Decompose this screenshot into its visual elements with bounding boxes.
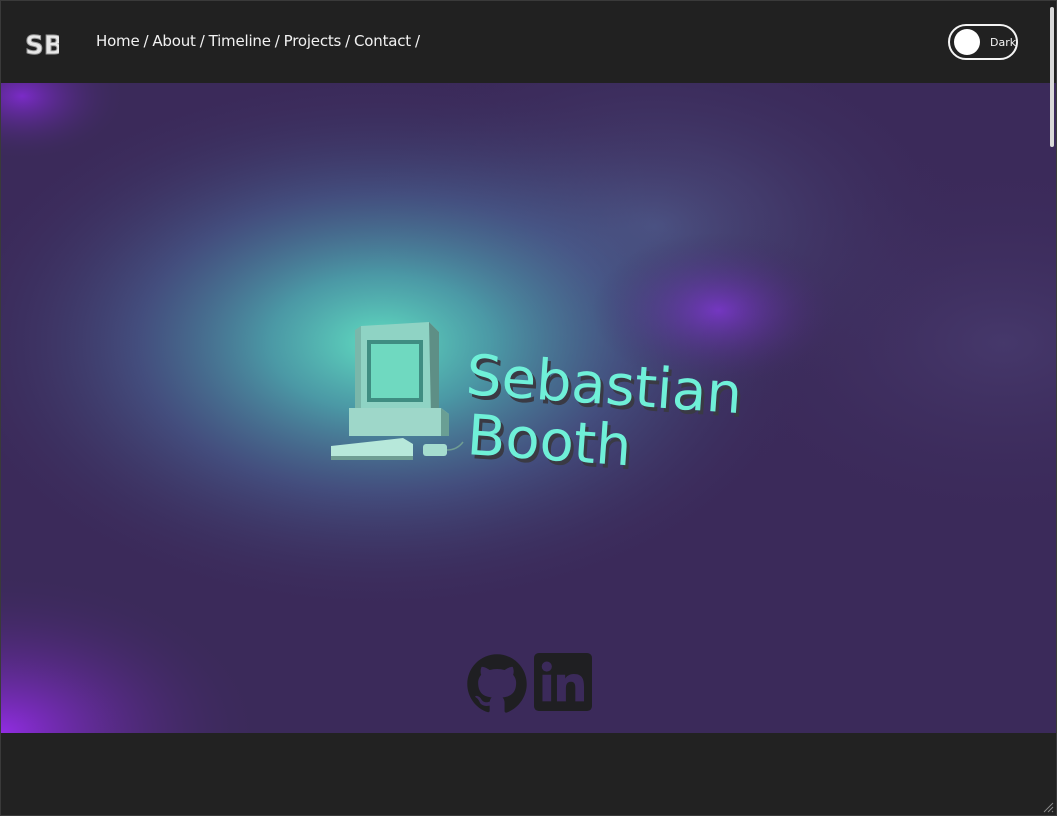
vertical-scrollbar[interactable]: [1050, 5, 1054, 815]
linkedin-icon[interactable]: [534, 653, 592, 711]
theme-toggle-label: Dark: [990, 36, 1017, 49]
site-logo[interactable]: SB: [23, 28, 60, 61]
nav-separator: /: [274, 32, 280, 50]
social-links: [466, 653, 592, 715]
nav-separator: /: [345, 32, 351, 50]
hero-section: Sebastian Sebastian Booth Booth: [1, 83, 1056, 733]
nav-separator: /: [143, 32, 149, 50]
browser-window: SB Home / About / Timeline / Projects / …: [0, 0, 1057, 816]
nav-home-link[interactable]: Home: [96, 32, 140, 50]
nav-contact-link[interactable]: Contact: [354, 32, 411, 50]
nav-separator: /: [199, 32, 205, 50]
nav-projects-link[interactable]: Projects: [284, 32, 342, 50]
nav-timeline-link[interactable]: Timeline: [209, 32, 271, 50]
hero-title: Sebastian Sebastian Booth Booth: [331, 322, 747, 478]
hero-name: Sebastian Sebastian Booth Booth: [464, 343, 747, 478]
scrollbar-thumb[interactable]: [1050, 7, 1054, 147]
main-nav: Home / About / Timeline / Projects / Con…: [96, 32, 424, 50]
retro-computer-icon: [331, 322, 464, 460]
site-header: SB Home / About / Timeline / Projects / …: [1, 1, 1056, 83]
hero-name-line2: Booth: [465, 403, 634, 478]
toggle-knob: [954, 29, 980, 55]
site-footer: [1, 733, 1056, 815]
theme-toggle[interactable]: Dark: [948, 24, 1018, 60]
github-icon[interactable]: [466, 653, 528, 715]
nav-separator: /: [415, 32, 420, 50]
resize-grip-icon[interactable]: [1042, 801, 1054, 813]
svg-text:SB: SB: [25, 31, 59, 60]
nav-about-link[interactable]: About: [152, 32, 196, 50]
